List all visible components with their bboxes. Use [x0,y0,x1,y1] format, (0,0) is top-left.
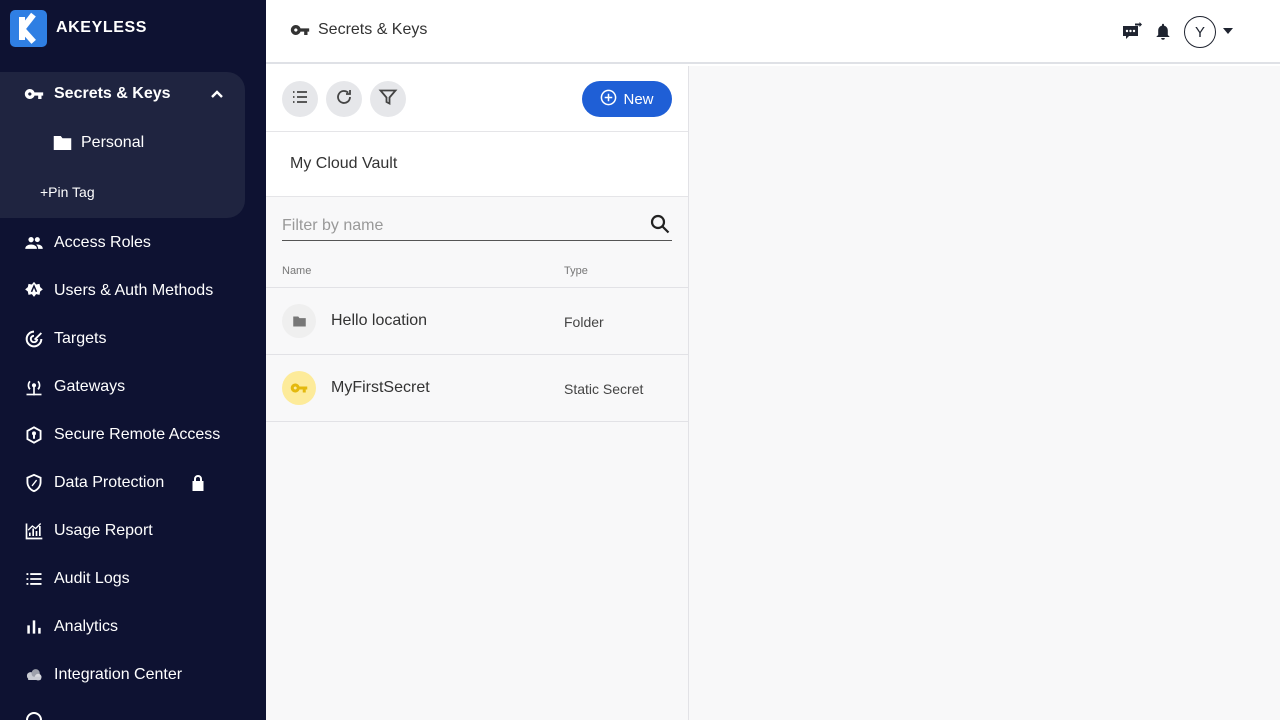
sidebar-subitem-personal[interactable]: Personal [52,132,144,154]
sidebar-item-label: Usage Report [54,522,153,539]
sidebar-item-label: Data Protection [54,474,165,491]
sidebar-item-label: Analytics [54,618,119,635]
vault-name: My Cloud Vault [290,155,398,172]
lock-icon [191,474,205,491]
sidebar-item-data-protection[interactable]: Data Protection [0,463,245,503]
sidebar-item-integration-center[interactable]: Integration Center [0,655,245,695]
filter-icon [378,87,398,112]
divider [266,421,688,422]
column-header-type[interactable]: Type [564,265,588,277]
folder-icon [282,304,316,338]
usage-chart-icon [24,521,44,541]
list-icon [290,87,310,112]
items-panel: New My Cloud Vault Name Type Hello locat… [266,66,689,720]
folder-icon [52,134,81,152]
cloud-icon [24,665,44,685]
table-row[interactable]: MyFirstSecret Static Secret [266,355,688,421]
top-bar: Secrets & Keys Y [266,0,1280,64]
chevron-up-icon[interactable] [209,86,225,102]
target-icon [24,329,44,349]
sidebar-item-audit-logs[interactable]: Audit Logs [0,559,245,599]
row-type: Folder [564,314,604,330]
people-icon [24,233,44,253]
sidebar-item-label: Audit Logs [54,570,130,587]
sidebar-item-gateways[interactable]: Gateways [0,367,245,407]
announcement-icon[interactable] [1122,20,1142,40]
brand[interactable]: AKEYLESS [10,9,148,47]
plus-circle-icon [600,89,623,110]
secure-access-icon [24,425,44,445]
row-type: Static Secret [564,381,644,397]
refresh-button[interactable] [326,81,362,117]
detail-panel [689,66,1280,720]
bell-icon[interactable] [1156,23,1170,40]
key-icon [290,23,318,37]
shield-icon [24,473,44,493]
row-name: MyFirstSecret [331,379,430,396]
sidebar-item-label: Users & Auth Methods [54,282,214,299]
sidebar-item-analytics[interactable]: Analytics [0,607,245,647]
panel-toolbar: New My Cloud Vault [266,66,688,197]
sidebar-item-usage-report[interactable]: Usage Report [0,511,245,551]
bar-chart-icon [24,617,44,637]
sidebar: AKEYLESS Secrets & Keys Personal +Pin Ta… [0,0,266,720]
list-view-button[interactable] [282,81,318,117]
sidebar-subitem-label: Personal [81,134,145,151]
badge-icon [24,281,44,301]
new-button[interactable]: New [582,81,672,117]
new-button-label: New [623,90,654,108]
sidebar-item-secure-remote-access[interactable]: Secure Remote Access [0,415,245,455]
divider [266,131,688,132]
sidebar-item-targets[interactable]: Targets [0,319,245,359]
sidebar-item-secrets-keys[interactable]: Secrets & Keys [0,74,245,114]
refresh-icon [334,87,354,112]
sidebar-item-users-auth-methods[interactable]: Users & Auth Methods [0,271,245,311]
nav-group-secrets-keys: Secrets & Keys Personal +Pin Tag [0,72,245,218]
akeyless-logo [10,9,47,47]
brand-name: AKEYLESS [56,19,148,36]
column-header-name[interactable]: Name [282,265,311,277]
filter-button[interactable] [370,81,406,117]
table-row[interactable]: Hello location Folder [266,288,688,354]
divider [266,196,688,197]
sidebar-item-label: Integration Center [54,666,183,683]
sidebar-item-label: Secure Remote Access [54,426,221,443]
caret-down-icon[interactable] [1223,28,1233,34]
sidebar-item-access-roles[interactable]: Access Roles [0,223,245,263]
list-icon [24,569,44,589]
pin-tag-link[interactable]: +Pin Tag [40,184,95,200]
page-title-text: Secrets & Keys [318,21,428,38]
avatar[interactable]: Y [1184,16,1216,48]
sidebar-item-label: Gateways [54,378,126,395]
search-icon[interactable] [650,214,670,234]
more-item-icon [26,712,42,720]
sidebar-item-label: Targets [54,330,107,347]
key-icon [24,84,44,104]
page-title: Secrets & Keys [290,21,427,39]
row-name: Hello location [331,312,428,329]
gateway-icon [24,377,44,397]
key-icon [282,371,316,405]
filter-input[interactable] [282,212,672,241]
sidebar-item-label: Access Roles [54,234,151,251]
sidebar-item-label: Secrets & Keys [54,85,171,102]
